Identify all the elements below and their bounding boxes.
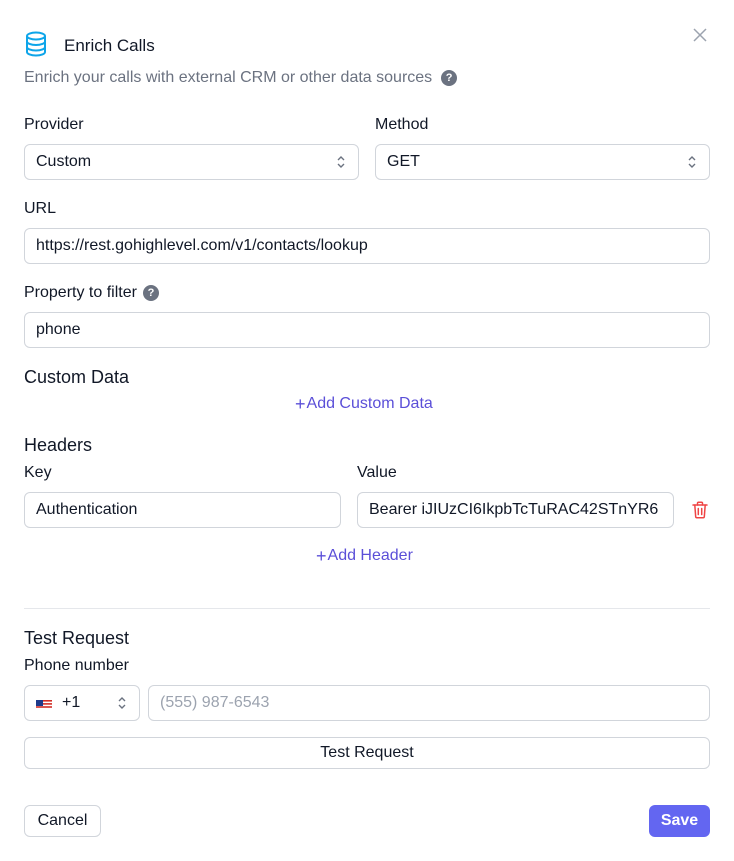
- header-value-label: Value: [357, 464, 397, 481]
- enrich-calls-modal: Enrich Calls Enrich your calls with exte…: [0, 0, 734, 861]
- help-icon[interactable]: ?: [441, 70, 458, 86]
- country-code-value: +1: [62, 694, 81, 711]
- url-input[interactable]: https://rest.gohighlevel.com/v1/contacts…: [24, 228, 710, 264]
- select-chevron-icon: [687, 155, 697, 169]
- country-code-select[interactable]: +1: [24, 685, 140, 721]
- close-icon: [693, 28, 707, 42]
- us-flag-icon: [36, 698, 52, 709]
- method-value: GET: [387, 153, 420, 170]
- select-chevron-icon: [336, 155, 346, 169]
- add-custom-data-button[interactable]: + Add Custom Data: [295, 395, 433, 413]
- provider-select[interactable]: Custom: [24, 144, 359, 180]
- modal-subtitle-row: Enrich your calls with external CRM or o…: [24, 68, 458, 88]
- select-chevron-icon: [117, 696, 127, 710]
- cancel-button[interactable]: Cancel: [24, 805, 101, 837]
- property-label-row: Property to filter ?: [24, 283, 159, 303]
- provider-label: Provider: [24, 116, 84, 133]
- phone-placeholder: (555) 987-6543: [160, 694, 270, 711]
- header-value-input[interactable]: Bearer iJIUzCI6IkpbTcTuRAC42STnYR6: [357, 492, 674, 528]
- property-label: Property to filter: [24, 284, 137, 301]
- modal-subtitle: Enrich your calls with external CRM or o…: [24, 69, 433, 86]
- add-custom-data-label: Add Custom Data: [306, 395, 433, 412]
- add-header-label: Add Header: [327, 547, 413, 564]
- method-select[interactable]: GET: [375, 144, 710, 180]
- section-divider: [24, 608, 710, 609]
- country-code-display: +1: [36, 694, 80, 712]
- url-label: URL: [24, 200, 57, 217]
- header-key-input[interactable]: Authentication: [24, 492, 341, 528]
- property-input[interactable]: phone: [24, 312, 710, 348]
- delete-header-button[interactable]: [690, 499, 710, 521]
- method-label: Method: [375, 116, 429, 133]
- test-request-title: Test Request: [24, 628, 130, 648]
- test-request-button[interactable]: Test Request: [24, 737, 710, 769]
- plus-icon: +: [316, 546, 327, 566]
- modal-title: Enrich Calls: [64, 36, 155, 55]
- header-key-label: Key: [24, 464, 52, 481]
- plus-icon: +: [295, 394, 306, 414]
- trash-icon: [692, 501, 708, 519]
- save-button[interactable]: Save: [649, 805, 710, 837]
- custom-data-title: Custom Data: [24, 367, 130, 387]
- phone-number-label: Phone number: [24, 657, 129, 674]
- add-header-button[interactable]: + Add Header: [316, 547, 413, 565]
- close-button[interactable]: [690, 25, 710, 45]
- headers-title: Headers: [24, 435, 93, 455]
- help-icon[interactable]: ?: [142, 285, 159, 301]
- phone-input[interactable]: (555) 987-6543: [148, 685, 710, 721]
- database-icon: [24, 31, 48, 62]
- modal-header: Enrich Calls: [24, 31, 155, 62]
- provider-value: Custom: [36, 153, 92, 170]
